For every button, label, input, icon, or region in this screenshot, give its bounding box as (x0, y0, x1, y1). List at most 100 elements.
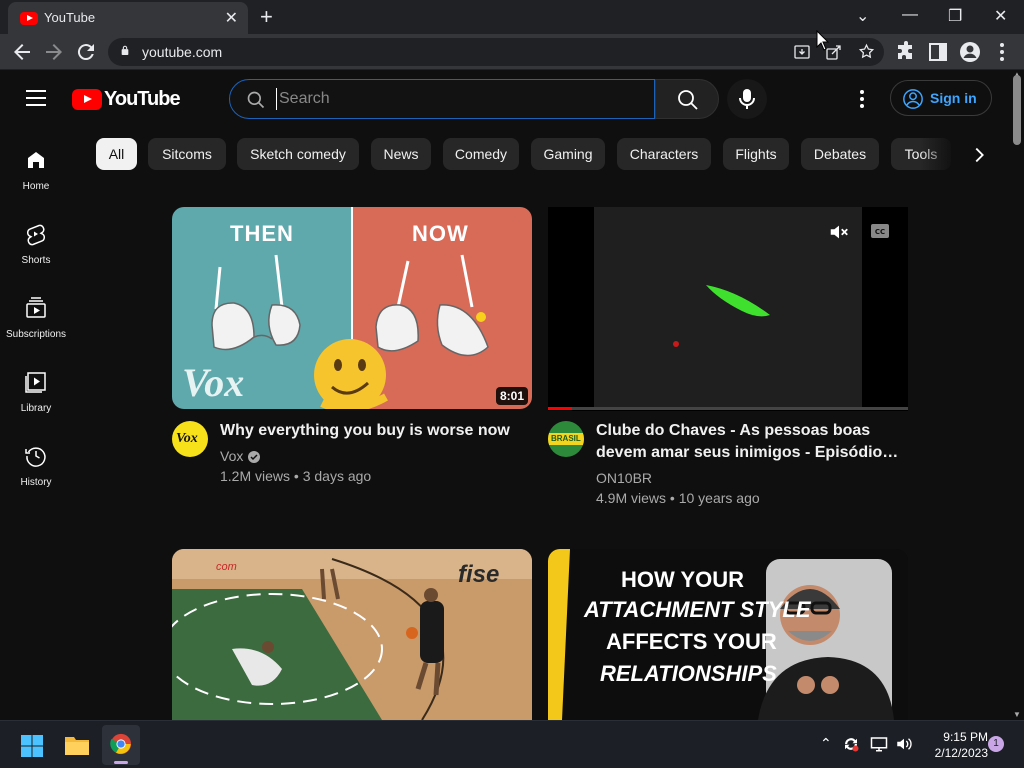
mouse-cursor-icon (816, 30, 830, 51)
sidebar-item-home[interactable]: Home (0, 148, 72, 222)
sync-icon[interactable] (842, 735, 860, 753)
network-icon[interactable] (870, 735, 888, 753)
video-stats: 4.9M views • 10 years ago (596, 490, 760, 506)
youtube-logo-text: YouTube (104, 88, 181, 110)
thumbnail-text-now: NOW (412, 221, 469, 246)
closed-captions-icon[interactable]: CC (870, 223, 890, 239)
side-panel-icon[interactable] (926, 40, 950, 64)
url-text: youtube.com (142, 44, 223, 60)
new-tab-button[interactable]: + (260, 4, 273, 30)
vox-watermark: Vox (182, 360, 245, 405)
video-thumbnail[interactable]: HOW YOUR ATTACHMENT STYLE AFFECTS YOUR R… (548, 549, 908, 720)
avatar-text: Vox (176, 431, 198, 446)
thumbnail-text-line-4: RELATIONSHIPS (600, 661, 777, 686)
youtube-logo-icon (72, 89, 102, 110)
file-explorer-icon[interactable] (64, 733, 90, 757)
svg-text:CC: CC (875, 228, 885, 236)
restore-button[interactable]: ❐ (948, 6, 962, 26)
video-preview-player[interactable]: CC (548, 207, 908, 411)
thumbnail-sponsor-text: fise (458, 561, 500, 588)
sidebar-item-history[interactable]: History (0, 444, 72, 518)
sidebar-item-label: Library (20, 403, 52, 414)
back-arrow-icon[interactable] (10, 40, 34, 64)
browser-tab[interactable]: YouTube ✕ (8, 2, 248, 34)
browser-menu-icon[interactable] (990, 40, 1014, 64)
scroll-down-arrow-icon[interactable]: ▼ (1013, 710, 1021, 719)
bookmark-star-icon[interactable] (858, 43, 875, 60)
clock-date: 2/12/2023 (934, 746, 988, 760)
chip-news[interactable]: News (371, 138, 431, 170)
reload-icon[interactable] (74, 40, 98, 64)
chevron-right-icon[interactable] (968, 144, 990, 166)
chip-gaming[interactable]: Gaming (531, 138, 605, 170)
video-title-line-1[interactable]: Clube do Chaves - As pessoas boas (596, 420, 870, 442)
video-stats: 1.2M views • 3 days ago (220, 468, 372, 484)
video-duration: 8:01 (495, 387, 528, 405)
chip-bar-fade (920, 136, 1010, 172)
notification-count-badge[interactable]: 1 (988, 736, 1004, 752)
chrome-taskbar-button[interactable] (102, 725, 140, 765)
thumbnail-text-line-3: AFFECTS YOUR (606, 629, 777, 654)
subscriptions-icon (26, 297, 46, 318)
sidebar-item-label: Shorts (21, 255, 51, 266)
mute-icon[interactable] (828, 221, 850, 243)
chip-characters[interactable]: Characters (617, 138, 711, 170)
sidebar-item-label: History (20, 477, 52, 488)
windows-start-icon[interactable] (20, 734, 44, 758)
user-circle-icon (903, 89, 923, 109)
tab-close-icon[interactable]: ✕ (225, 8, 238, 28)
profile-icon[interactable] (958, 40, 982, 64)
address-bar[interactable]: youtube.com (108, 38, 884, 66)
thumbnail-banner-text: com (216, 561, 237, 573)
minimize-button[interactable]: — (902, 6, 918, 24)
lock-icon[interactable] (120, 45, 130, 55)
page-scrollbar-thumb[interactable] (1013, 75, 1021, 145)
channel-name[interactable]: ON10BR (596, 470, 652, 486)
video-thumbnail[interactable]: THEN NOW Vox 8:01 (172, 207, 532, 409)
browser-tab-strip: YouTube ✕ + ⌄ — ❐ ✕ (0, 0, 1024, 34)
install-app-icon[interactable] (794, 44, 810, 60)
tab-search-chevron-icon[interactable]: ⌄ (856, 6, 869, 26)
clock-time: 9:15 PM (943, 730, 988, 744)
avatar-text: BRASIL (551, 434, 581, 443)
sidebar-item-library[interactable]: Library (0, 370, 72, 444)
window-close-button[interactable]: ✕ (994, 6, 1007, 26)
sidebar-item-shorts[interactable]: Shorts (0, 222, 72, 296)
video-title[interactable]: Why everything you buy is worse now (220, 420, 510, 442)
sign-in-button[interactable]: Sign in (890, 80, 992, 116)
chip-sitcoms[interactable]: Sitcoms (148, 138, 226, 170)
thumbnail-text-then: THEN (230, 221, 294, 246)
upload-age: 10 years ago (678, 490, 760, 506)
search-input[interactable] (276, 88, 636, 110)
chip-debates[interactable]: Debates (801, 138, 879, 170)
page-scrollbar-track[interactable]: ▲ ▼ (1010, 70, 1024, 720)
channel-name[interactable]: Vox (220, 448, 243, 464)
channel-avatar-vox[interactable]: Vox (172, 421, 208, 457)
sidebar-item-label: Subscriptions (5, 329, 67, 340)
video-title-line-2[interactable]: devem amar seus inimigos - Episódio… (596, 442, 898, 464)
voice-search-button[interactable] (727, 79, 767, 119)
history-icon (25, 447, 46, 467)
search-button[interactable] (655, 79, 719, 119)
volume-icon[interactable] (894, 735, 914, 753)
show-hidden-icons-chevron-icon[interactable]: ⌃ (820, 735, 832, 752)
verified-badge-icon (248, 451, 260, 463)
view-count: 4.9M views (596, 490, 667, 506)
video-thumbnail[interactable]: fise com (172, 549, 532, 720)
windows-taskbar: ⌃ 9:15 PM 2/12/2023 (0, 720, 1024, 768)
forward-arrow-icon[interactable] (42, 40, 66, 64)
chip-flights[interactable]: Flights (723, 138, 789, 170)
system-clock[interactable]: 9:15 PM 2/12/2023 (922, 729, 988, 761)
channel-avatar-on10br[interactable]: BRASIL (548, 421, 584, 457)
search-box[interactable] (229, 79, 655, 119)
sidebar-item-subscriptions[interactable]: Subscriptions (0, 296, 72, 370)
chip-sketch-comedy[interactable]: Sketch comedy (237, 138, 359, 170)
menu-hamburger-icon[interactable] (26, 90, 46, 106)
settings-more-icon[interactable] (852, 88, 872, 110)
chip-all[interactable]: All (96, 138, 137, 170)
search-button-icon (678, 90, 698, 110)
active-app-indicator (114, 761, 128, 764)
extensions-puzzle-icon[interactable] (894, 40, 918, 64)
chip-comedy[interactable]: Comedy (443, 138, 519, 170)
youtube-header: YouTube Sign in (0, 70, 1010, 126)
